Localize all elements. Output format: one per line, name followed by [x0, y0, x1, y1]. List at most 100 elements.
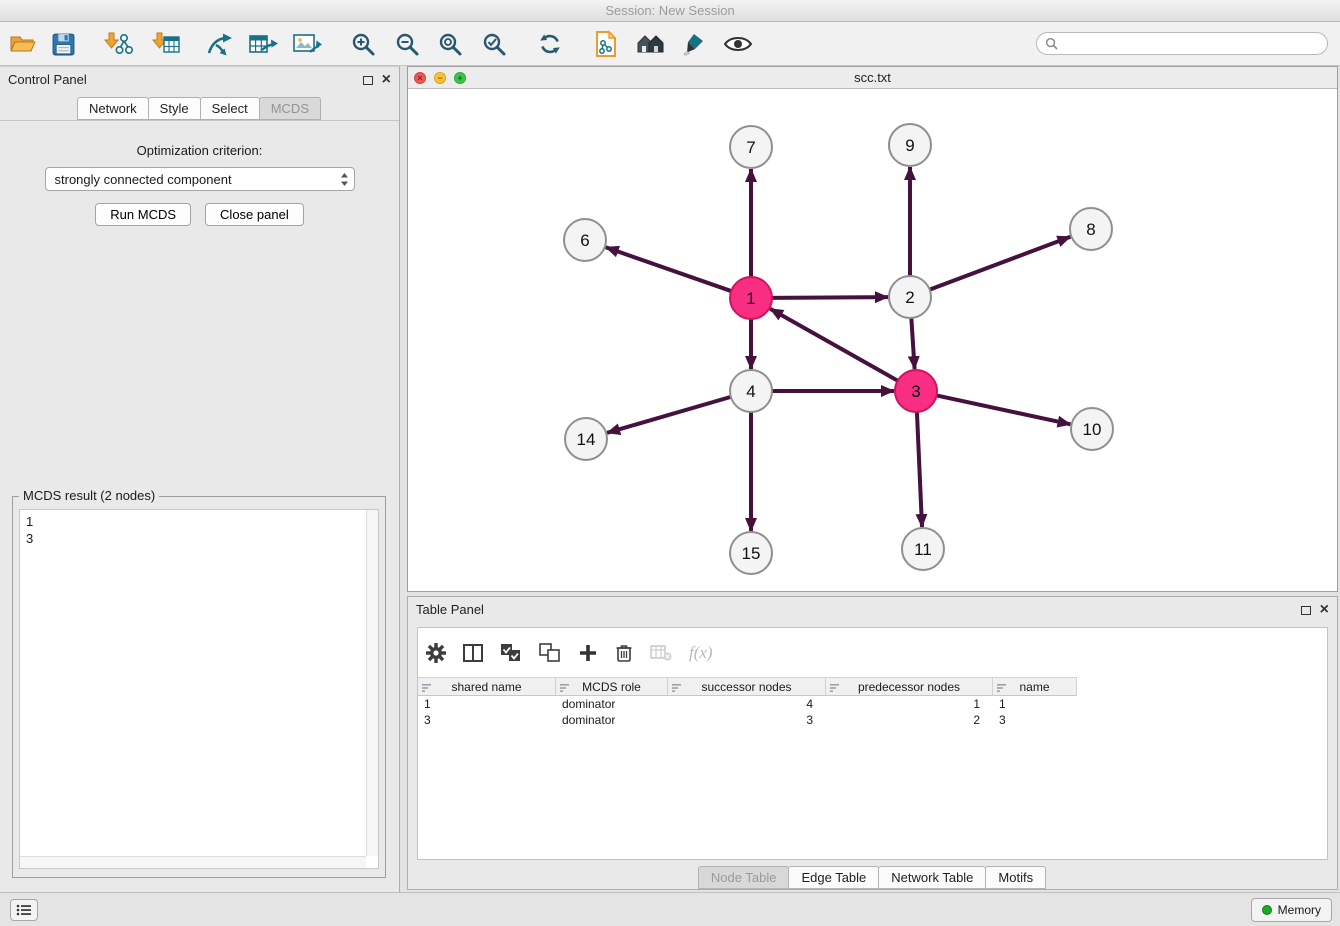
close-panel-button[interactable]: Close panel: [205, 203, 304, 226]
graph-edge-1-6[interactable]: [606, 247, 731, 291]
graph-node-6[interactable]: 6: [564, 219, 606, 261]
import-table-icon[interactable]: [150, 28, 182, 60]
graph-node-2[interactable]: 2: [889, 276, 931, 318]
cell-successor-nodes[interactable]: 3: [668, 712, 826, 728]
graph-node-14[interactable]: 14: [565, 418, 607, 460]
close-table-panel-icon[interactable]: ×: [1320, 605, 1329, 615]
cell-predecessor-nodes[interactable]: 1: [826, 696, 993, 712]
tab-edge-table[interactable]: Edge Table: [788, 866, 879, 889]
import-network-icon[interactable]: [102, 28, 134, 60]
control-panel-header: Control Panel ×: [0, 67, 399, 93]
search-input[interactable]: [1063, 37, 1319, 51]
graph-node-11[interactable]: 11: [902, 528, 944, 570]
status-bar: Memory: [0, 892, 1340, 926]
zoom-fit-icon[interactable]: [434, 28, 466, 60]
delete-column-icon[interactable]: [615, 643, 633, 663]
show-columns-icon[interactable]: [463, 644, 483, 662]
tab-network[interactable]: Network: [77, 97, 149, 120]
graph-node-1[interactable]: 1: [730, 277, 772, 319]
task-history-button[interactable]: [10, 899, 38, 921]
app-title: Session: New Session: [605, 3, 734, 18]
brush-glyph: [680, 31, 706, 57]
cell-shared-name[interactable]: 3: [418, 712, 556, 728]
open-session-icon[interactable]: [7, 28, 39, 60]
magnifier-fit-glyph: [437, 31, 463, 57]
network-window-title: scc.txt: [854, 70, 891, 85]
graph-edge-3-11[interactable]: [917, 412, 922, 527]
show-graphics-details-icon[interactable]: [722, 28, 754, 60]
graph-node-7[interactable]: 7: [730, 126, 772, 168]
graph-edge-3-1[interactable]: [770, 309, 898, 381]
graph-node-label: 6: [580, 231, 589, 250]
graph-edge-2-3[interactable]: [911, 318, 914, 369]
tab-node-table[interactable]: Node Table: [698, 866, 790, 889]
zoom-in-icon[interactable]: [347, 28, 379, 60]
export-image-icon[interactable]: [291, 28, 323, 60]
zoom-selected-icon[interactable]: [478, 28, 510, 60]
refresh-layout-icon[interactable]: [534, 28, 566, 60]
add-column-icon[interactable]: [578, 643, 598, 663]
table-settings-icon[interactable]: [426, 643, 446, 663]
cell-name[interactable]: 1: [993, 696, 1077, 712]
column-header-name[interactable]: name: [993, 677, 1077, 696]
column-header-mcds-role[interactable]: MCDS role: [556, 677, 668, 696]
paint-style-icon[interactable]: [677, 28, 709, 60]
sort-icon: [830, 682, 840, 696]
window-close-icon[interactable]: ×: [414, 72, 426, 84]
run-mcds-button[interactable]: Run MCDS: [95, 203, 191, 226]
cell-shared-name[interactable]: 1: [418, 696, 556, 712]
graph-edge-4-14[interactable]: [607, 397, 731, 433]
graph-edge-3-10[interactable]: [937, 395, 1071, 424]
tab-select[interactable]: Select: [200, 97, 260, 120]
cell-name[interactable]: 3: [993, 712, 1077, 728]
network-canvas[interactable]: 7 9 6 8 1 2 4 3 14 10 15 11: [408, 89, 1337, 591]
tab-mcds[interactable]: MCDS: [259, 97, 321, 120]
network-overview-icon[interactable]: [634, 28, 666, 60]
column-header-successor-nodes[interactable]: successor nodes: [668, 677, 826, 696]
graph-node-10[interactable]: 10: [1071, 408, 1113, 450]
close-panel-icon[interactable]: ×: [382, 75, 391, 85]
column-header-predecessor-nodes[interactable]: predecessor nodes: [826, 677, 993, 696]
eye-glyph: [723, 34, 753, 54]
select-all-icon[interactable]: [500, 643, 522, 663]
save-session-icon[interactable]: [47, 28, 79, 60]
graph-node-4[interactable]: 4: [730, 370, 772, 412]
graph-node-9[interactable]: 9: [889, 124, 931, 166]
network-graph[interactable]: 7 9 6 8 1 2 4 3 14 10 15 11: [408, 89, 1337, 592]
cell-predecessor-nodes[interactable]: 2: [826, 712, 993, 728]
new-table-icon[interactable]: [247, 28, 279, 60]
cell-successor-nodes[interactable]: 4: [668, 696, 826, 712]
cell-mcds-role[interactable]: dominator: [556, 696, 668, 712]
select-stepper-icon: [340, 172, 349, 190]
memory-button[interactable]: Memory: [1251, 898, 1332, 922]
magnifier-minus-glyph: [394, 31, 420, 57]
result-horizontal-scrollbar[interactable]: [20, 856, 366, 868]
graph-edge-2-8[interactable]: [930, 237, 1071, 290]
window-minimize-icon[interactable]: −: [434, 72, 446, 84]
graph-node-15[interactable]: 15: [730, 532, 772, 574]
mcds-result-list: 1 3: [19, 509, 379, 869]
window-zoom-icon[interactable]: +: [454, 72, 466, 84]
float-table-panel-icon[interactable]: [1301, 606, 1311, 615]
float-panel-icon[interactable]: [363, 76, 373, 85]
cell-mcds-role[interactable]: dominator: [556, 712, 668, 728]
function-builder-icon: f(x): [689, 643, 713, 663]
graph-node-label: 4: [746, 382, 755, 401]
table-area: f(x) shared name MCDS role successor nod…: [417, 627, 1328, 860]
deselect-all-icon[interactable]: [539, 643, 561, 663]
column-header-shared-name[interactable]: shared name: [418, 677, 556, 696]
tab-style[interactable]: Style: [148, 97, 201, 120]
export-document-icon[interactable]: [590, 28, 622, 60]
graph-node-3[interactable]: 3: [895, 370, 937, 412]
tab-motifs[interactable]: Motifs: [985, 866, 1046, 889]
document-network-glyph: [594, 30, 618, 58]
tab-network-table[interactable]: Network Table: [878, 866, 986, 889]
graph-edge-1-2[interactable]: [772, 297, 888, 298]
graph-node-8[interactable]: 8: [1070, 208, 1112, 250]
criterion-select[interactable]: strongly connected component: [45, 167, 355, 191]
search-box[interactable]: [1036, 32, 1328, 55]
zoom-out-icon[interactable]: [391, 28, 423, 60]
new-network-icon[interactable]: [204, 28, 236, 60]
result-vertical-scrollbar[interactable]: [366, 510, 378, 856]
search-icon: [1045, 37, 1058, 50]
